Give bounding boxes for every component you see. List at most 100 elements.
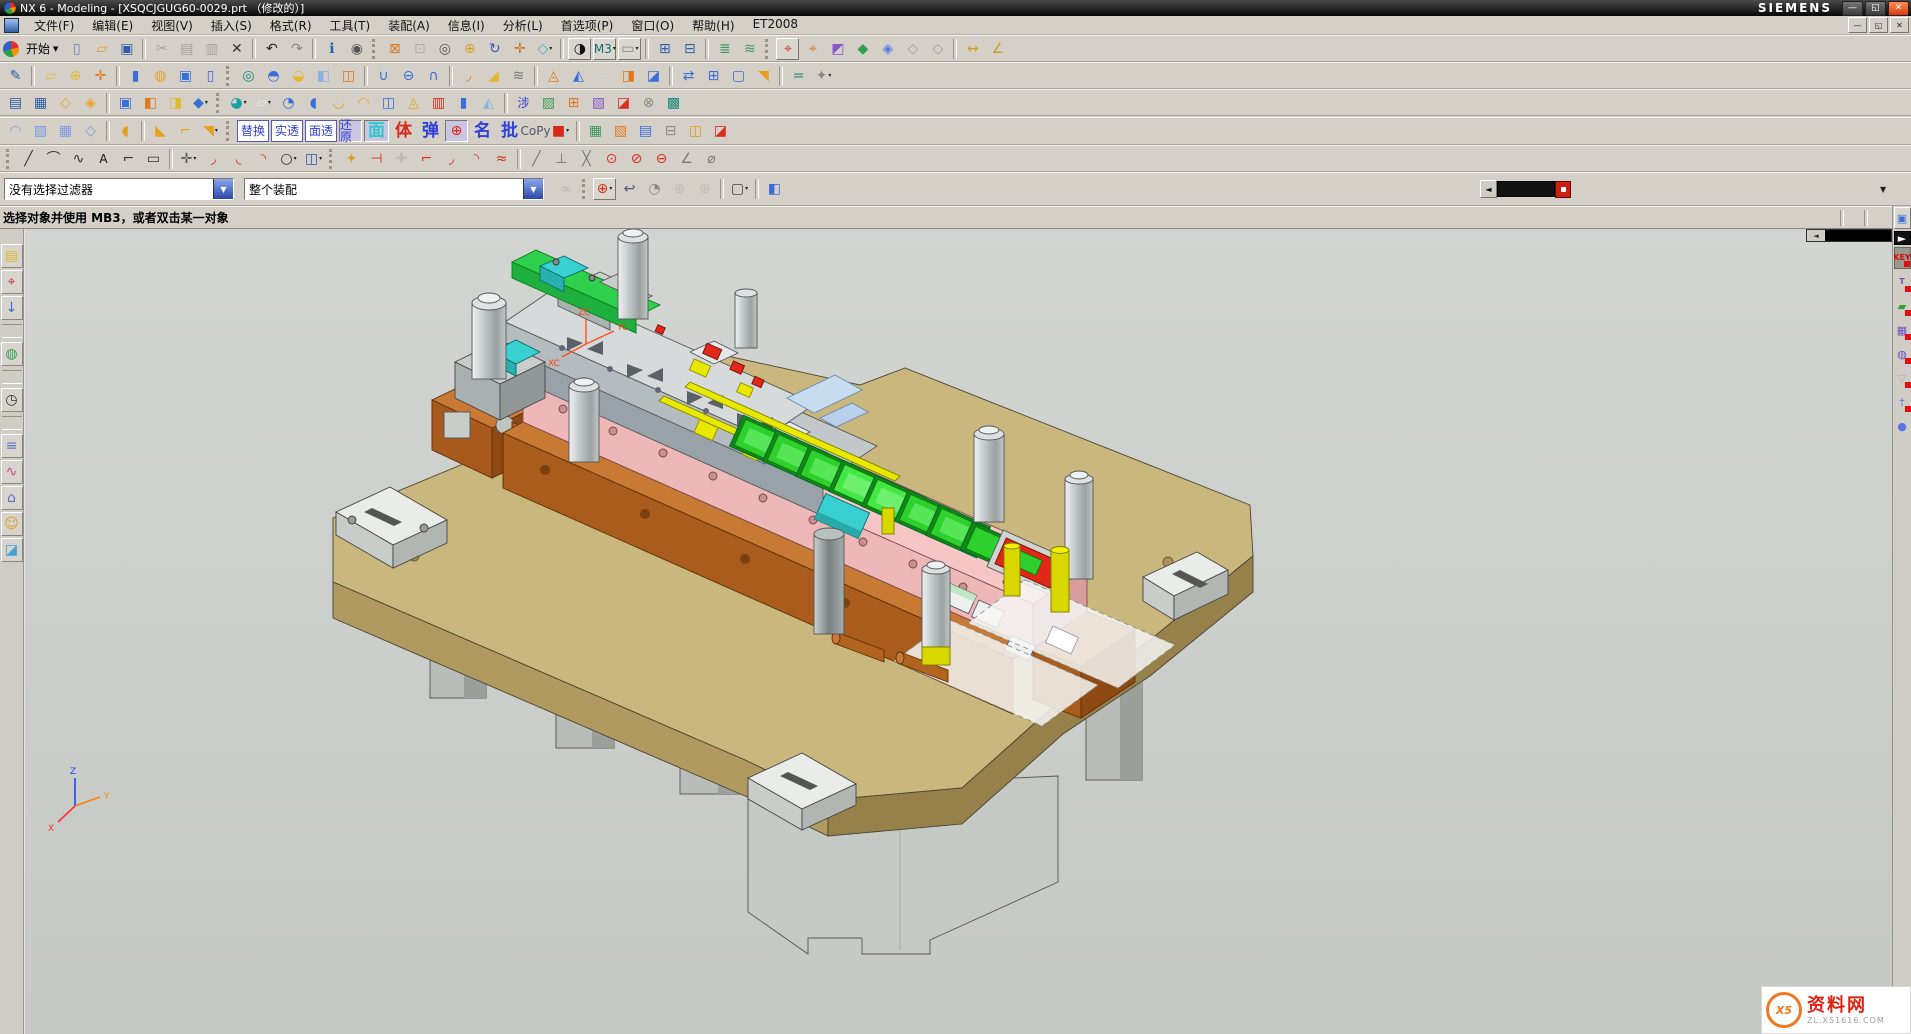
quick-extend[interactable]: ✚ bbox=[390, 148, 413, 170]
mdi-restore-button[interactable]: ◱ bbox=[1869, 17, 1888, 33]
aux-tool-3[interactable]: ▤ bbox=[634, 120, 657, 142]
replace-button[interactable]: 替换 bbox=[237, 120, 269, 142]
pd-library-std[interactable]: ▨ bbox=[537, 92, 560, 114]
pd-project[interactable]: ▤ bbox=[4, 92, 27, 114]
select-previous[interactable]: ⊕ bbox=[668, 178, 691, 200]
offset-curve[interactable]: ≈ bbox=[490, 148, 513, 170]
datum-csys[interactable]: ⊕ bbox=[64, 65, 87, 87]
quick-trim[interactable]: ⊣ bbox=[365, 148, 388, 170]
zoom-box[interactable]: ⊡ bbox=[408, 38, 431, 60]
wcs-display[interactable]: ⌖ bbox=[776, 38, 799, 60]
scroll-left-button[interactable]: ◄ bbox=[1807, 230, 1825, 241]
subtract[interactable]: ⊖ bbox=[397, 65, 420, 87]
make-corner[interactable]: ⌐ bbox=[415, 148, 438, 170]
copy[interactable]: ▤ bbox=[175, 38, 198, 60]
swept-tool[interactable]: ◖ bbox=[114, 120, 137, 142]
pd-bend-up[interactable]: ◡ bbox=[327, 92, 350, 114]
sketch-spline[interactable]: ∿ bbox=[67, 148, 90, 170]
start-menu-button[interactable]: 开始▼ bbox=[22, 38, 62, 60]
sketch-arc[interactable]: ⌒ bbox=[42, 148, 65, 170]
aux-tool-5[interactable]: ◫ bbox=[684, 120, 707, 142]
batch-label-button[interactable]: 批 bbox=[497, 120, 522, 142]
fillet-trim[interactable]: ◞ bbox=[440, 148, 463, 170]
arc-trim[interactable]: ◝ bbox=[465, 148, 488, 170]
pocket[interactable]: ◒ bbox=[287, 65, 310, 87]
new-window[interactable]: ⊞ bbox=[653, 38, 676, 60]
palettes[interactable]: ≡ bbox=[1, 434, 23, 458]
menu-item[interactable]: 格式(R) bbox=[261, 16, 321, 35]
mirror-feature[interactable]: ⇄ bbox=[677, 65, 700, 87]
render-style[interactable]: ◑ bbox=[568, 38, 591, 60]
intersect[interactable]: ∩ bbox=[422, 65, 445, 87]
punch-block-tool[interactable]: ▦ bbox=[1894, 319, 1911, 341]
aux-tool-6[interactable]: ◪ bbox=[709, 120, 732, 142]
deselect-all[interactable]: ◔ bbox=[643, 178, 666, 200]
pd-blank-generator[interactable]: ◇ bbox=[54, 92, 77, 114]
close-button[interactable]: ✕ bbox=[1888, 1, 1909, 16]
spring-mode-button[interactable]: 弹 bbox=[418, 120, 443, 142]
sketch-ellipse[interactable]: ○▾ bbox=[277, 148, 300, 170]
visualization-scenery[interactable]: ◪ bbox=[1, 538, 23, 562]
pd-form-tool[interactable]: ◬ bbox=[402, 92, 425, 114]
aux-tool-2[interactable]: ▧ bbox=[609, 120, 632, 142]
menu-item[interactable]: 工具(T) bbox=[321, 16, 380, 35]
chevron-down-icon[interactable]: ▼ bbox=[213, 179, 233, 199]
circle-constraint-3[interactable]: ⊖ bbox=[650, 148, 673, 170]
horizontal-scrollbar[interactable]: ◄ bbox=[1806, 229, 1892, 242]
pad[interactable]: ◧ bbox=[312, 65, 335, 87]
pd-punch-tool[interactable]: ▮ bbox=[452, 92, 475, 114]
marquee-select[interactable]: ▢▾ bbox=[728, 178, 751, 200]
aux-tool-4[interactable]: ⊟ bbox=[659, 120, 682, 142]
zoom-in-out[interactable]: ⊕ bbox=[458, 38, 481, 60]
menu-item[interactable]: 装配(A) bbox=[379, 16, 439, 35]
surface-grid[interactable]: ▦ bbox=[54, 120, 77, 142]
angle-dimension[interactable]: ∠ bbox=[675, 148, 698, 170]
measure-angle[interactable]: ∠ bbox=[986, 38, 1009, 60]
highlight-glasses[interactable]: ∞ bbox=[555, 178, 578, 200]
menu-item[interactable]: 帮助(H) bbox=[683, 16, 743, 35]
copy-label-button[interactable]: CoPy bbox=[524, 120, 547, 142]
menu-item[interactable]: 编辑(E) bbox=[83, 16, 142, 35]
pd-insert-group[interactable]: ◕▾ bbox=[227, 92, 250, 114]
sketch[interactable]: ✎ bbox=[4, 65, 27, 87]
aux-tool-1[interactable]: ▦ bbox=[584, 120, 607, 142]
history-palette[interactable]: ◷ bbox=[1, 388, 23, 412]
menu-item[interactable]: 窗口(O) bbox=[622, 16, 683, 35]
solid-translucent-button[interactable]: 实透 bbox=[271, 120, 303, 142]
fillet-tool-2[interactable]: ◟ bbox=[227, 148, 250, 170]
background-color[interactable]: ▭▾ bbox=[618, 38, 641, 60]
expression[interactable]: = bbox=[787, 65, 810, 87]
divide-curve[interactable]: ╱ bbox=[525, 148, 548, 170]
direct-unfold[interactable]: ◥▾ bbox=[199, 120, 222, 142]
sketch-point[interactable]: ✛▾ bbox=[177, 148, 200, 170]
mdi-close-button[interactable]: ✕ bbox=[1890, 17, 1909, 33]
sketch-corner[interactable]: ⌐ bbox=[117, 148, 140, 170]
perspective-view[interactable]: ◇▾ bbox=[533, 38, 556, 60]
pd-library-plate[interactable]: ◪ bbox=[612, 92, 635, 114]
user-groups[interactable]: ☺ bbox=[1, 512, 23, 536]
pd-library-punch[interactable]: ⊞ bbox=[562, 92, 585, 114]
surface-patch[interactable]: ◇ bbox=[79, 120, 102, 142]
pd-forming-insert[interactable]: ◨ bbox=[164, 92, 187, 114]
face-mode-button[interactable]: 面 bbox=[364, 120, 389, 142]
layer-settings[interactable]: ≣ bbox=[713, 38, 736, 60]
name-label-button[interactable]: 名 bbox=[470, 120, 495, 142]
cut[interactable]: ✂ bbox=[150, 38, 173, 60]
part-info[interactable]: ℹ bbox=[320, 38, 343, 60]
pd-step[interactable]: ◖ bbox=[302, 92, 325, 114]
restore-button[interactable]: ◱ bbox=[1865, 1, 1886, 16]
menu-item[interactable]: 插入(S) bbox=[202, 16, 261, 35]
pd-strip-layout[interactable]: ▦ bbox=[29, 92, 52, 114]
datum-plane[interactable]: ▱ bbox=[39, 65, 62, 87]
perpendicular-constraint[interactable]: ⊥ bbox=[550, 148, 573, 170]
mdi-minimize-button[interactable]: — bbox=[1848, 17, 1867, 33]
pd-flange[interactable]: ◫ bbox=[377, 92, 400, 114]
pd-sheet[interactable]: ▱▾ bbox=[252, 92, 275, 114]
shell[interactable]: ▢ bbox=[727, 65, 750, 87]
select-next[interactable]: ⊕ bbox=[693, 178, 716, 200]
pd-insert-tools[interactable]: ◆▾ bbox=[189, 92, 212, 114]
thicken[interactable]: ◪ bbox=[642, 65, 665, 87]
pilot-punch-tool[interactable]: ▽ bbox=[1894, 367, 1911, 389]
bushing-tool[interactable]: ● bbox=[1894, 415, 1911, 437]
show-hide[interactable]: ◇ bbox=[901, 38, 924, 60]
